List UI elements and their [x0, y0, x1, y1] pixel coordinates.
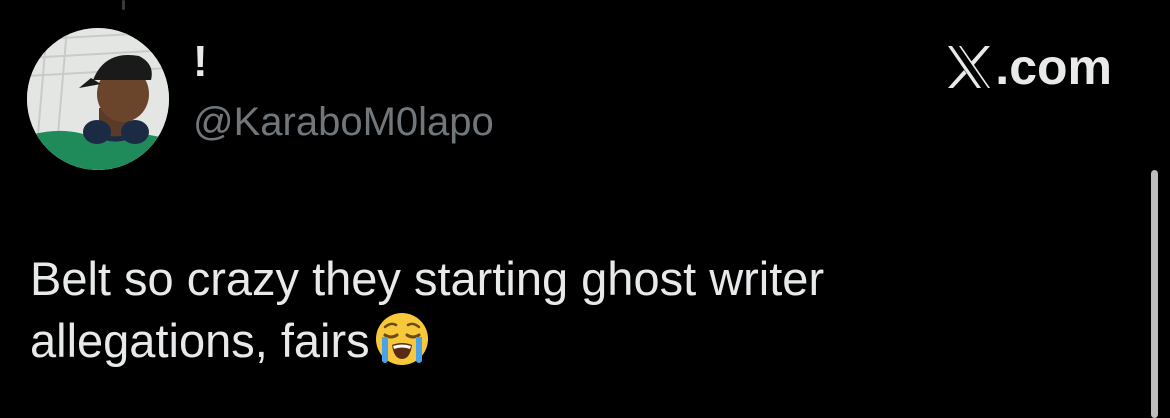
- post-text-line-2: allegations, fairs: [30, 310, 1110, 372]
- post-text-line-1: Belt so crazy they starting ghost writer: [30, 252, 825, 305]
- loudly-crying-face-icon: [375, 313, 428, 365]
- x-logo-icon: [948, 46, 991, 88]
- divider: [122, 0, 125, 10]
- author-handle[interactable]: @KaraboM0lapo: [193, 102, 494, 142]
- source-label: .com: [945, 42, 1112, 92]
- post-card: ! @KaraboM0lapo .com Belt so crazy they …: [0, 0, 1170, 418]
- author-display-name[interactable]: !: [193, 40, 208, 84]
- source-domain: .com: [995, 39, 1112, 95]
- avatar[interactable]: [27, 28, 169, 170]
- post-text: Belt so crazy they starting ghost writer…: [30, 248, 1110, 372]
- scrollbar[interactable]: [1151, 170, 1158, 418]
- post-text-line-2-content: allegations, fairs: [30, 314, 370, 367]
